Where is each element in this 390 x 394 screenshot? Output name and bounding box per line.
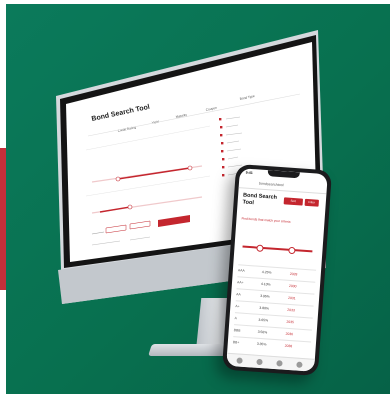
- phone-subtitle: Find bonds that match your criteria: [241, 216, 291, 224]
- phone-slider-knob[interactable]: [256, 244, 264, 252]
- checkbox[interactable]: [222, 174, 225, 177]
- phone-bottom-nav: [226, 352, 315, 372]
- phone-slider[interactable]: [242, 244, 313, 255]
- checkbox[interactable]: [221, 150, 224, 153]
- checkbox[interactable]: [220, 134, 223, 137]
- home-icon[interactable]: [236, 357, 243, 364]
- phone-device: 9:41 bondsearchtool Bond Search Tool Sor…: [221, 163, 333, 377]
- checkbox[interactable]: [222, 158, 225, 161]
- search-icon[interactable]: [256, 358, 263, 366]
- phone-header: bondsearchtool: [238, 177, 328, 195]
- phone-sort-button[interactable]: Sort: [283, 197, 304, 206]
- checkbox[interactable]: [219, 118, 222, 121]
- checkbox[interactable]: [220, 126, 223, 129]
- bookmark-icon[interactable]: [276, 360, 283, 367]
- checkbox[interactable]: [222, 166, 225, 169]
- desktop-slider-knob[interactable]: [187, 165, 193, 171]
- menu-icon[interactable]: [296, 361, 303, 368]
- checkbox[interactable]: [221, 142, 224, 145]
- phone-slider-knob[interactable]: [288, 246, 296, 255]
- marketing-image: Bond Search Tool Credit Rating Yield Mat…: [0, 0, 390, 394]
- phone-header-text: bondsearchtool: [258, 181, 284, 188]
- phone-title: Bond Search Tool: [242, 192, 278, 206]
- imac-device: Bond Search Tool Credit Rating Yield Mat…: [56, 30, 326, 304]
- desktop-slider-knob[interactable]: [127, 204, 133, 210]
- phone-status-time: 9:41: [245, 170, 253, 176]
- phone-filter-button[interactable]: Filter: [304, 198, 320, 207]
- phone-screen: 9:41 bondsearchtool Bond Search Tool Sor…: [226, 168, 328, 372]
- desktop-slider-knob[interactable]: [115, 176, 121, 182]
- phone-notch: [267, 170, 300, 179]
